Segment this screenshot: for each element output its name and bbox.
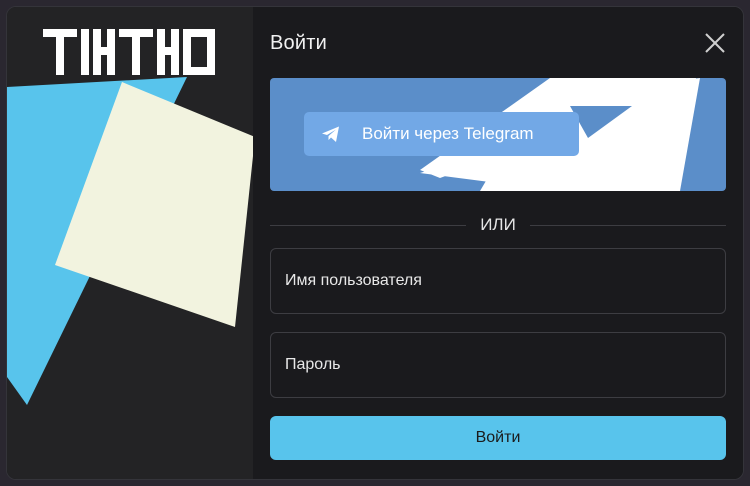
login-form-panel: Войти Войти через Telegram ИЛИ Имя польз… [253,7,743,479]
brand-logo [43,29,215,75]
dialog-title: Войти [270,32,327,54]
login-modal: Войти Войти через Telegram ИЛИ Имя польз… [6,6,744,480]
username-input[interactable] [270,248,726,314]
telegram-plane-icon [320,123,342,145]
telegram-login-button[interactable]: Войти через Telegram [304,112,579,156]
abstract-shapes-art [7,77,253,405]
password-input[interactable] [270,332,726,398]
login-submit-button[interactable]: Войти [270,416,726,460]
close-button[interactable] [704,32,726,54]
telegram-button-label: Войти через Telegram [362,124,534,143]
telegram-login-banner: Войти через Telegram [270,78,726,191]
decorative-art-panel [7,7,253,479]
or-divider: ИЛИ [270,215,726,235]
divider-line-right [530,225,726,226]
close-icon [705,33,725,53]
